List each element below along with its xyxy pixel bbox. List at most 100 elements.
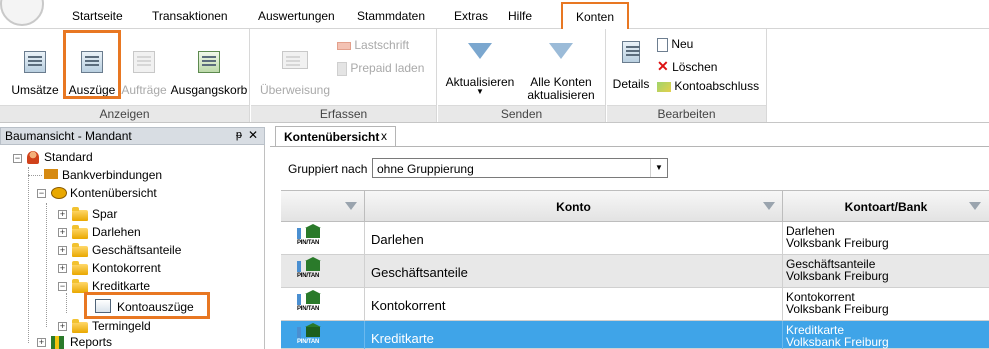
lastschrift-button[interactable]: Lastschrift [337, 38, 433, 54]
cell-konto: Kreditkarte [365, 321, 783, 349]
folder-icon [72, 243, 88, 257]
table-row[interactable]: PIN/TAN Darlehen Darlehen Volksbank Frei… [281, 222, 989, 255]
auftraege-label: Aufträge [121, 83, 167, 97]
ribbon: Umsätze Auszüge Aufträge Ausgangskorb An… [0, 29, 989, 123]
table-row[interactable]: PIN/TAN Geschäftsanteile Geschäftsanteil… [281, 255, 989, 288]
tree-node-kontoauszuege[interactable]: Kontoauszüge [84, 292, 210, 319]
menu-stammdaten[interactable]: Stammdaten [357, 9, 425, 23]
tree-node-standard[interactable]: − Standard [0, 150, 260, 166]
loeschen-label: Löschen [672, 60, 718, 74]
bank-icon [44, 169, 58, 179]
pin-tan-icon: PIN/TAN [297, 224, 323, 250]
menu-hilfe[interactable]: Hilfe [508, 9, 532, 23]
accounts-icon [51, 187, 67, 199]
filter-icon[interactable] [345, 201, 357, 213]
table-row[interactable]: PIN/TAN Kontokorrent Kontokorrent Volksb… [281, 288, 989, 321]
tree-view: − Standard Bankverbindungen − Kontenüber… [0, 145, 265, 349]
menu-auswertungen[interactable]: Auswertungen [258, 9, 335, 23]
tree-panel-header: Baumansicht - Mandant ᵽ ✕ [0, 127, 265, 145]
lastschrift-icon [337, 41, 351, 50]
tree-panel-title: Baumansicht - Mandant [5, 129, 132, 143]
ausgangskorb-label: Ausgangskorb [170, 83, 248, 97]
loeschen-button[interactable]: ✕ Löschen [657, 58, 763, 74]
collapse-icon[interactable]: − [13, 154, 22, 163]
chevron-down-icon: ▼ [476, 87, 484, 96]
tree-label-standard: Standard [44, 150, 93, 164]
tab-close-icon[interactable]: x [381, 129, 387, 143]
app-orb-button[interactable] [0, 0, 44, 26]
cell-bank: Volksbank Freiburg [786, 335, 889, 349]
expand-icon[interactable]: + [58, 264, 67, 273]
table-row-selected[interactable]: PIN/TAN Kreditkarte Kreditkarte Volksban… [281, 321, 989, 349]
tree-node-kontenuebersicht[interactable]: − Kontenübersicht [0, 185, 260, 201]
tree-node-darlehen[interactable]: + Darlehen [0, 224, 260, 240]
column-header-konto[interactable]: Konto [365, 191, 783, 222]
menu-startseite[interactable]: Startseite [72, 9, 123, 23]
tree-node-geschaeftsanteile[interactable]: + Geschäftsanteile [0, 242, 260, 258]
pin-tan-icon: PIN/TAN [297, 290, 323, 316]
collapse-icon[interactable]: − [37, 189, 46, 198]
expand-icon[interactable]: + [37, 338, 46, 347]
tab-kontenuebersicht[interactable]: Kontenübersicht x [275, 126, 396, 146]
cell-bank: Volksbank Freiburg [786, 269, 889, 283]
neu-button[interactable]: Neu [657, 37, 763, 53]
tree-node-termingeld[interactable]: + Termingeld [0, 318, 260, 334]
tree-node-spar[interactable]: + Spar [0, 206, 260, 222]
alle-konten-label-2: aktualisieren [527, 88, 595, 102]
grid-header: Konto Kontoart/Bank [281, 190, 989, 222]
row-icon-cell: PIN/TAN [281, 222, 365, 254]
filter-icon[interactable] [969, 201, 981, 213]
pin-tan-icon: PIN/TAN [297, 257, 323, 283]
umsaetze-button[interactable]: Umsätze [4, 37, 66, 97]
aktualisieren-button[interactable]: Aktualisieren ▼ [442, 37, 518, 101]
collapse-icon[interactable]: − [58, 282, 67, 291]
details-button[interactable]: Details [611, 37, 651, 97]
menu-konten[interactable]: Konten [561, 2, 629, 29]
expand-icon[interactable]: + [58, 246, 67, 255]
chevron-down-icon[interactable]: ▼ [650, 159, 667, 177]
cell-konto: Kontokorrent [365, 288, 783, 320]
column-header-icon[interactable] [281, 191, 365, 222]
group-label-anzeigen: Anzeigen [0, 105, 249, 122]
details-label: Details [612, 77, 650, 91]
folder-icon [72, 261, 88, 275]
pin-icon[interactable]: ᵽ [236, 129, 242, 141]
auszuege-highlight [63, 30, 121, 99]
close-icon[interactable]: ✕ [248, 128, 258, 142]
cell-kontoart-bank: Geschäftsanteile Volksbank Freiburg [783, 255, 989, 287]
alle-konten-label-1: Alle Konten [530, 75, 592, 89]
expand-icon[interactable]: + [58, 228, 67, 237]
ueberweisung-icon [282, 51, 308, 69]
statement-icon [95, 299, 111, 313]
ueberweisung-button[interactable]: Überweisung [257, 37, 333, 97]
ausgangskorb-button[interactable]: Ausgangskorb [170, 37, 248, 97]
pin-tan-icon: PIN/TAN [297, 323, 323, 349]
menu-extras[interactable]: Extras [454, 9, 488, 23]
tree-node-reports[interactable]: + Reports [0, 334, 260, 349]
kontoabschluss-button[interactable]: Kontoabschluss [657, 79, 765, 95]
menu-transaktionen[interactable]: Transaktionen [152, 9, 228, 23]
group-label-senden: Senden [438, 105, 605, 122]
expand-icon[interactable]: + [58, 210, 67, 219]
column-header-kontoart-bank[interactable]: Kontoart/Bank [783, 191, 989, 222]
user-icon [27, 151, 39, 164]
filter-icon[interactable] [763, 201, 775, 213]
tree-node-bankverbindungen[interactable]: Bankverbindungen [0, 166, 260, 182]
auftraege-button[interactable]: Aufträge [118, 37, 170, 97]
group-by-select[interactable]: ohne Gruppierung ▼ [372, 158, 668, 178]
umsaetze-icon [24, 51, 46, 73]
delete-x-icon: ✕ [657, 58, 669, 74]
tab-divider [270, 146, 989, 147]
cell-bank: Volksbank Freiburg [786, 302, 889, 316]
tree-label-geschaeftsanteile: Geschäftsanteile [92, 243, 182, 257]
alle-konten-aktualisieren-button[interactable]: Alle Konten aktualisieren [520, 37, 602, 102]
tree-label-kontokorrent: Kontokorrent [92, 261, 161, 275]
group-by-value: ohne Gruppierung [377, 162, 474, 176]
tree-node-kontokorrent[interactable]: + Kontokorrent [0, 260, 260, 276]
details-icon [622, 41, 640, 63]
prepaid-button[interactable]: Prepaid laden [337, 61, 433, 77]
kontoabschluss-label: Kontoabschluss [674, 79, 760, 93]
tree-label-bankverbindungen: Bankverbindungen [62, 168, 163, 182]
expand-icon[interactable]: + [58, 322, 67, 331]
tree-label-reports: Reports [70, 335, 113, 349]
